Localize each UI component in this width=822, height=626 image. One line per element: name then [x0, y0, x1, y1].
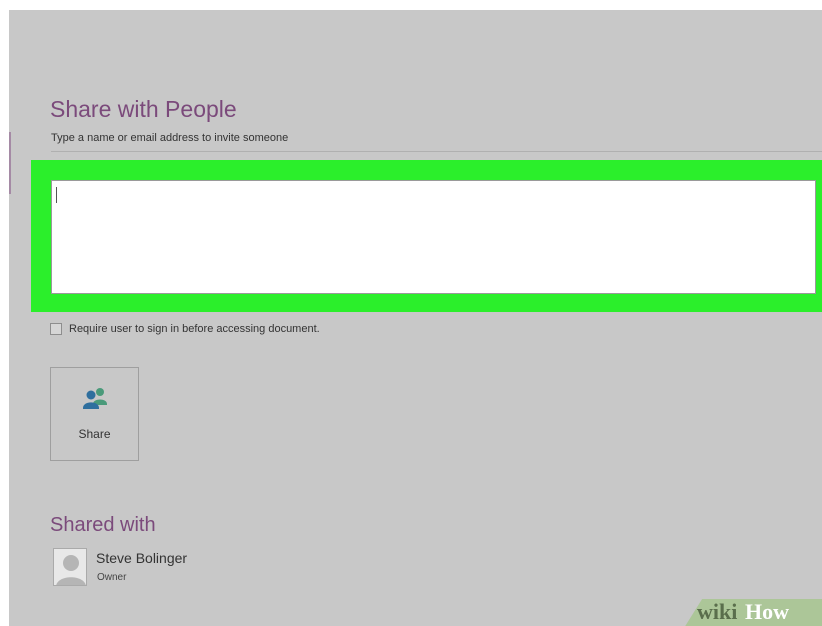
personal-message-input[interactable]: [51, 180, 816, 294]
require-signin-label: Require user to sign in before accessing…: [69, 323, 320, 335]
wikihow-watermark: wikiHow wiki How: [697, 599, 789, 624]
shared-with-heading: Shared with: [50, 514, 156, 536]
require-signin-checkbox[interactable]: [50, 323, 62, 335]
people-icon: [83, 388, 107, 409]
share-button[interactable]: Share: [50, 367, 139, 461]
share-pane: Share with People Type a name or email a…: [9, 10, 822, 626]
shared-user-name: Steve Bolinger: [96, 550, 188, 566]
user-silhouette-icon: [53, 548, 87, 586]
left-accent-bar: [9, 132, 11, 194]
svg-text:wiki: wiki: [697, 599, 737, 624]
require-signin-row[interactable]: Require user to sign in before accessing…: [50, 321, 320, 337]
invite-instructions: Type a name or email address to invite s…: [51, 132, 289, 144]
share-with-people-heading: Share with People: [50, 96, 237, 122]
text-cursor: [56, 187, 57, 203]
shared-user-role: Owner: [97, 572, 127, 583]
share-button-label: Share: [78, 427, 111, 441]
svg-text:How: How: [745, 599, 789, 624]
